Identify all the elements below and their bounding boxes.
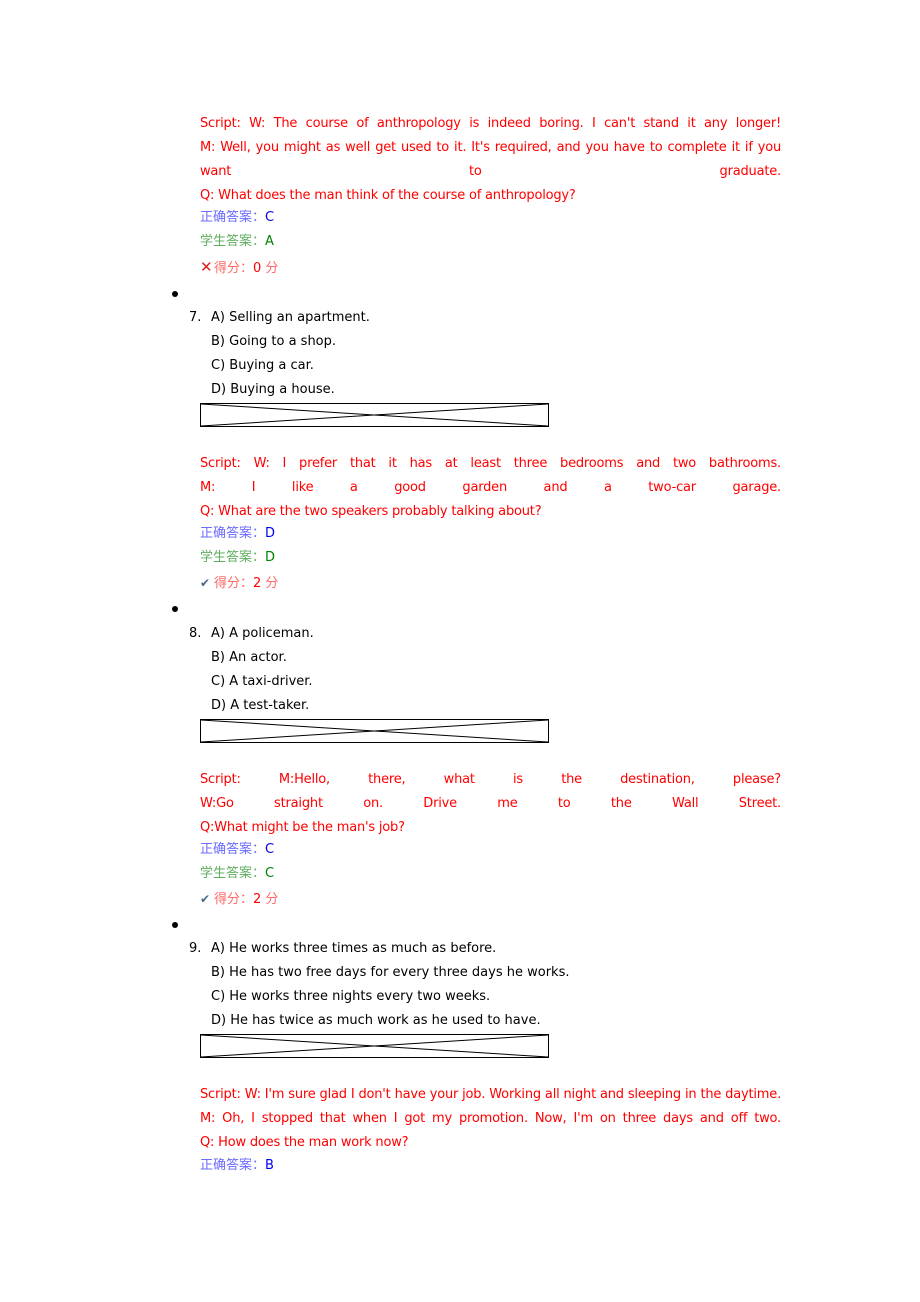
correct-answer-value: C xyxy=(265,210,275,225)
script-line: M: Oh, I stopped that when I got my prom… xyxy=(200,1111,781,1126)
student-answer-label: 学生答案： xyxy=(200,550,266,565)
broken-image-placeholder xyxy=(200,403,549,427)
score-row: ✔ 得分：2 分 xyxy=(200,889,278,910)
option-a: A) He works three times as much as befor… xyxy=(211,941,497,956)
student-answer-label: 学生答案： xyxy=(200,866,266,881)
bullet-icon xyxy=(172,606,178,612)
score-label: 得分： xyxy=(214,576,254,591)
correct-check-icon: ✔ xyxy=(200,892,211,906)
option-b: B) He has two free days for every three … xyxy=(211,965,570,980)
question-number: 7. xyxy=(189,310,202,325)
student-answer-row: 学生答案：D xyxy=(200,548,275,568)
script-line: Script: W: The course of anthropology is… xyxy=(200,116,781,131)
correct-answer-row: 正确答案：C xyxy=(200,208,274,228)
option-c: C) Buying a car. xyxy=(211,358,314,373)
option-c: C) A taxi-driver. xyxy=(211,674,313,689)
correct-answer-value: C xyxy=(265,842,275,857)
question-number: 9. xyxy=(189,941,202,956)
bullet-icon xyxy=(172,291,178,297)
script-question-line: Q: What are the two speakers probably ta… xyxy=(200,504,542,519)
broken-image-placeholder xyxy=(200,719,549,743)
option-b: B) Going to a shop. xyxy=(211,334,337,349)
student-answer-value: C xyxy=(265,866,275,881)
script-block: Script: W: I prefer that it has at least… xyxy=(200,452,781,524)
correct-check-icon: ✔ xyxy=(200,576,211,590)
correct-answer-row: 正确答案：C xyxy=(200,840,274,860)
correct-answer-row: 正确答案：D xyxy=(200,524,275,544)
script-block: Script: W: I'm sure glad I don't have yo… xyxy=(200,1083,781,1155)
student-answer-value: A xyxy=(265,234,274,249)
score-row: ✕得分：0 分 xyxy=(200,257,278,279)
script-block: Script: W: The course of anthropology is… xyxy=(200,112,781,208)
score-unit: 分 xyxy=(261,576,279,591)
score-label: 得分： xyxy=(214,261,254,276)
script-line: Script: M:Hello, there, what is the dest… xyxy=(200,772,781,787)
script-question-line: Q:What might be the man's job? xyxy=(200,820,405,835)
option-a: A) Selling an apartment. xyxy=(211,310,370,325)
option-d: D) Buying a house. xyxy=(211,382,335,397)
script-block: Script: M:Hello, there, what is the dest… xyxy=(200,768,781,840)
script-line: W:Go straight on. Drive me to the Wall S… xyxy=(200,796,781,811)
correct-answer-value: D xyxy=(265,526,276,541)
script-line: M: I like a good garden and a two-car ga… xyxy=(200,480,781,495)
score-unit: 分 xyxy=(261,892,279,907)
option-a: A) A policeman. xyxy=(211,626,314,641)
correct-answer-value: B xyxy=(265,1158,274,1173)
script-question-line: Q: What does the man think of the course… xyxy=(200,188,576,203)
script-line: want to graduate. xyxy=(200,164,781,179)
correct-answer-label: 正确答案： xyxy=(200,1158,266,1173)
option-d: D) He has twice as much work as he used … xyxy=(211,1013,541,1028)
correct-answer-row: 正确答案：B xyxy=(200,1156,274,1176)
student-answer-row: 学生答案：C xyxy=(200,864,274,884)
script-line: M: Well, you might as well get used to i… xyxy=(200,140,781,155)
student-answer-value: D xyxy=(265,550,276,565)
correct-answer-label: 正确答案： xyxy=(200,842,266,857)
broken-image-icon xyxy=(201,720,548,742)
broken-image-icon xyxy=(201,404,548,426)
score-row: ✔ 得分：2 分 xyxy=(200,573,278,594)
script-line: Script: W: I prefer that it has at least… xyxy=(200,456,781,471)
broken-image-icon xyxy=(201,1035,548,1057)
student-answer-label: 学生答案： xyxy=(200,234,266,249)
broken-image-placeholder xyxy=(200,1034,549,1058)
option-d: D) A test-taker. xyxy=(211,698,310,713)
option-c: C) He works three nights every two weeks… xyxy=(211,989,491,1004)
score-label: 得分： xyxy=(214,892,254,907)
script-question-line: Q: How does the man work now? xyxy=(200,1135,409,1150)
wrong-cross-icon: ✕ xyxy=(200,258,213,276)
question-number: 8. xyxy=(189,626,202,641)
student-answer-row: 学生答案：A xyxy=(200,232,274,252)
script-line: Script: W: I'm sure glad I don't have yo… xyxy=(200,1087,781,1102)
bullet-icon xyxy=(172,922,178,928)
option-b: B) An actor. xyxy=(211,650,287,665)
correct-answer-label: 正确答案： xyxy=(200,526,266,541)
correct-answer-label: 正确答案： xyxy=(200,210,266,225)
score-unit: 分 xyxy=(261,261,279,276)
